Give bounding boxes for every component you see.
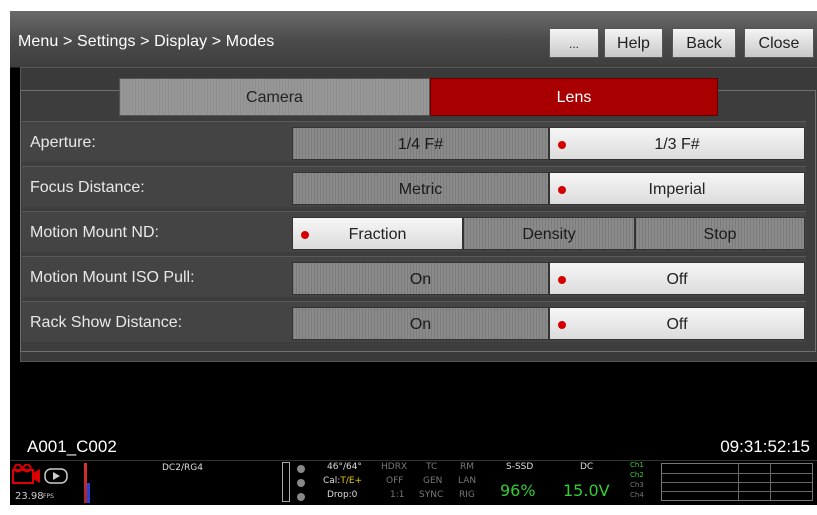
lan-label: LAN xyxy=(458,476,477,486)
audio-channel-meters xyxy=(661,463,813,501)
timecode: 09:31:52:15 xyxy=(720,437,810,456)
more-button[interactable]: ... xyxy=(549,28,599,58)
status-led-icon xyxy=(297,493,305,501)
media-label: S-SSD xyxy=(506,462,534,472)
audio-meter-icon xyxy=(87,483,90,503)
camera-screen: Menu > Settings > Display > Modes ... He… xyxy=(10,11,817,505)
option-density[interactable]: Density xyxy=(463,217,635,250)
power-label: DC xyxy=(580,462,594,472)
meter-divider xyxy=(662,491,812,492)
option-off[interactable]: Off xyxy=(549,262,805,295)
selected-dot-icon xyxy=(558,321,566,329)
status-bar: 23.98 FPS DC2/RG4 46°/64° Cal:T/E+ Drop:… xyxy=(10,460,817,505)
selected-dot-icon xyxy=(558,276,566,284)
tc-label: TC xyxy=(426,462,438,472)
sync-label: SYNC xyxy=(419,490,444,500)
title-bar: Menu > Settings > Display > Modes ... He… xyxy=(10,11,817,68)
tab-lens[interactable]: Lens xyxy=(430,78,718,116)
row-rack-show-distance: Rack Show Distance: On Off xyxy=(22,301,806,342)
row-label: Rack Show Distance: xyxy=(30,314,183,331)
option-fraction[interactable]: Fraction xyxy=(292,217,463,250)
row-motion-mount-nd: Motion Mount ND: Fraction Density Stop xyxy=(22,211,806,252)
back-button[interactable]: Back xyxy=(672,28,736,58)
row-label: Motion Mount ISO Pull: xyxy=(30,269,195,286)
meter-divider xyxy=(738,464,739,500)
option-label: 1/4 F# xyxy=(397,136,444,153)
selected-dot-icon xyxy=(558,186,566,194)
row-motion-mount-iso-pull: Motion Mount ISO Pull: On Off xyxy=(22,256,806,297)
selected-dot-icon xyxy=(558,141,566,149)
codec-label: DC2/RG4 xyxy=(162,463,203,473)
row-label: Motion Mount ND: xyxy=(30,224,159,241)
channel-label: Ch4 xyxy=(630,491,644,499)
help-button[interactable]: Help xyxy=(604,28,663,58)
cal-prefix: Cal: xyxy=(323,476,341,486)
status-led-icon xyxy=(297,479,305,487)
hdrx-value: OFF xyxy=(386,476,404,486)
fps-unit: FPS xyxy=(43,493,54,500)
media-value: 96% xyxy=(500,481,536,500)
option-label: Off xyxy=(666,316,688,333)
rm-label: RM xyxy=(460,462,475,472)
option-label: Off xyxy=(666,271,688,288)
option-1-4-f[interactable]: 1/4 F# xyxy=(292,127,549,160)
option-label: On xyxy=(409,316,432,333)
selected-dot-icon xyxy=(301,231,309,239)
option-label: Density xyxy=(522,226,576,243)
channel-label: Ch3 xyxy=(630,481,644,489)
option-label: Stop xyxy=(703,226,737,243)
meter-divider xyxy=(662,482,812,483)
option-label: 1/3 F# xyxy=(654,136,700,153)
option-label: Metric xyxy=(398,181,443,198)
option-imperial[interactable]: Imperial xyxy=(549,172,805,205)
play-icon[interactable] xyxy=(44,468,68,484)
option-label: On xyxy=(409,271,432,288)
row-aperture: Aperture: 1/4 F# 1/3 F# xyxy=(22,121,806,162)
option-on[interactable]: On xyxy=(292,307,549,340)
fps-value: 23.98 xyxy=(15,491,44,502)
cal-value: T/E+ xyxy=(340,476,363,486)
option-on[interactable]: On xyxy=(292,262,549,295)
close-button[interactable]: Close xyxy=(744,28,814,58)
power-value: 15.0V xyxy=(563,481,610,500)
tab-camera[interactable]: Camera xyxy=(119,78,430,116)
meter-divider xyxy=(662,473,812,474)
row-focus-distance: Focus Distance: Metric Imperial xyxy=(22,166,806,207)
row-label: Focus Distance: xyxy=(30,179,145,196)
option-metric[interactable]: Metric xyxy=(292,172,549,205)
option-stop[interactable]: Stop xyxy=(635,217,805,250)
option-off[interactable]: Off xyxy=(549,307,805,340)
meter-divider xyxy=(770,464,771,500)
row-label: Aperture: xyxy=(30,134,96,151)
temp-value: 46°/64° xyxy=(327,462,362,472)
drop-value: Drop:0 xyxy=(327,490,358,500)
clip-name: A001_C002 xyxy=(27,437,117,456)
channel-label: Ch1 xyxy=(630,461,644,469)
ratio-value: 1:1 xyxy=(390,490,405,500)
breadcrumb: Menu > Settings > Display > Modes xyxy=(18,33,275,50)
option-label: Imperial xyxy=(648,181,706,198)
channel-label: Ch2 xyxy=(630,471,644,479)
histogram-icon xyxy=(282,462,290,502)
gen-label: GEN xyxy=(423,476,443,486)
hdrx-label: HDRX xyxy=(381,462,408,472)
rig-label: RIG xyxy=(459,490,475,500)
status-led-icon xyxy=(297,465,305,473)
option-1-3-f[interactable]: 1/3 F# xyxy=(549,127,805,160)
cal-label: Cal:T/E+ xyxy=(323,476,362,486)
option-label: Fraction xyxy=(348,226,407,243)
